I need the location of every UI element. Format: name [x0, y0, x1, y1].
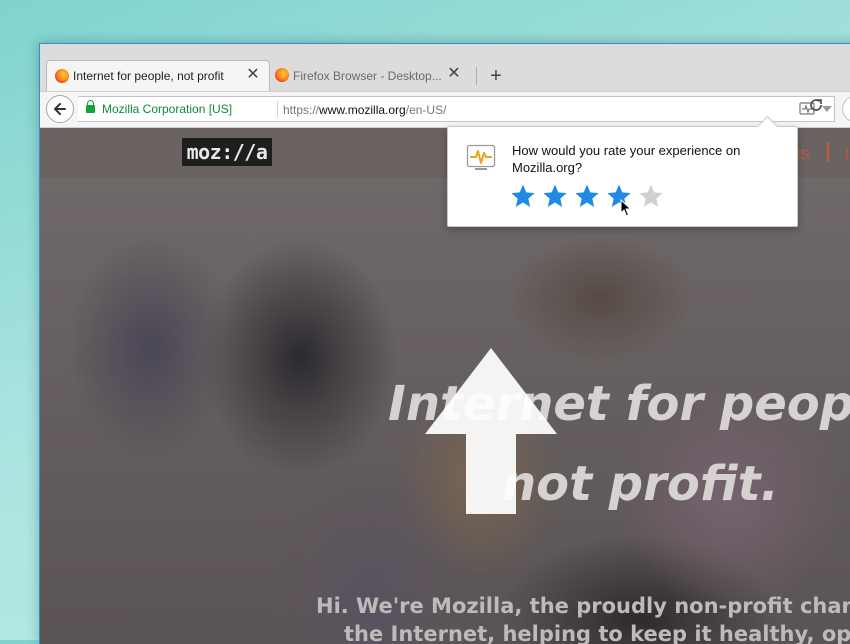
mozilla-logo[interactable]: moz://a [182, 138, 272, 166]
hero-subtitle: Hi. We're Mozilla, the proudly non-profi… [316, 592, 850, 644]
tab-separator [476, 67, 477, 85]
url-host: www.mozilla.org [319, 103, 406, 117]
pointer-cursor-icon [620, 199, 632, 217]
star-5-icon[interactable] [638, 183, 664, 209]
hero-image: Internet for people, not profit. Hi. We'… [40, 178, 850, 644]
search-field[interactable] [842, 96, 850, 122]
firefox-favicon-icon [55, 69, 69, 83]
tab-strip: Internet for people, not profit ✕ Firefo… [40, 44, 850, 91]
url-bar[interactable]: Mozilla Corporation [US] https://www.moz… [78, 96, 835, 122]
close-tab-icon[interactable]: ✕ [245, 67, 261, 83]
url-path: /en-US/ [405, 103, 447, 117]
star-2-icon[interactable] [542, 183, 568, 209]
back-arrow-icon [54, 103, 66, 115]
tab-label: Firefox Browser - Desktop... [293, 68, 442, 83]
tab-label: Internet for people, not profit [73, 69, 224, 83]
url-text[interactable]: https://www.mozilla.org/en-US/ [283, 103, 446, 117]
tab-firefox-desktop[interactable]: Firefox Browser - Desktop... ✕ [272, 60, 470, 91]
close-tab-icon[interactable]: ✕ [446, 66, 462, 82]
site-identity[interactable]: Mozilla Corporation [US] [102, 102, 232, 116]
hero-subtitle-line2: the Internet, helping to keep it healthy… [344, 622, 850, 644]
url-separator [277, 101, 278, 117]
nav-toolbar: Mozilla Corporation [US] https://www.moz… [40, 91, 850, 128]
site-nav-divider [827, 142, 829, 162]
star-1-icon[interactable] [510, 183, 536, 209]
heartbeat-icon [466, 144, 496, 170]
reload-icon[interactable] [807, 96, 825, 114]
url-scheme: https:// [283, 103, 320, 117]
star-rating [510, 183, 664, 209]
rating-question: How would you rate your experience on Mo… [512, 143, 741, 175]
star-3-icon[interactable] [574, 183, 600, 209]
back-button[interactable] [46, 95, 74, 123]
new-tab-button[interactable]: + [486, 65, 506, 87]
hero-subtitle-line1: Hi. We're Mozilla, the proudly non-profi… [316, 594, 850, 618]
firefox-favicon-icon [275, 68, 289, 82]
tab-mozilla-home[interactable]: Internet for people, not profit ✕ [46, 60, 270, 91]
site-nav-item[interactable]: I [845, 146, 849, 162]
up-arrow-icon [425, 348, 557, 514]
lock-icon [86, 100, 95, 113]
